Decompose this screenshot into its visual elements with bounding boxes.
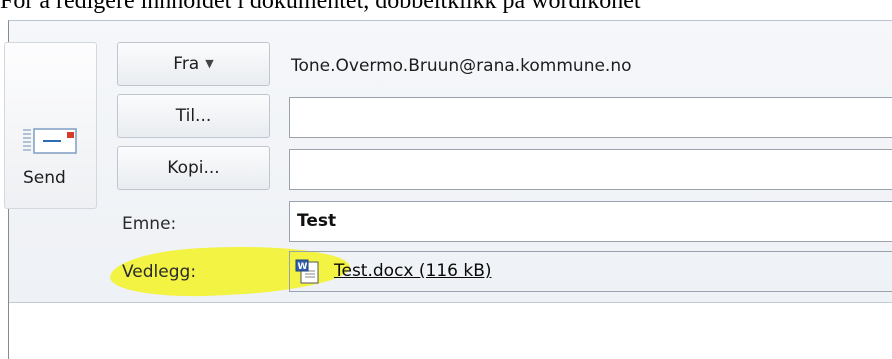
subject-label: Emne: xyxy=(122,214,177,234)
cc-field[interactable] xyxy=(289,149,892,190)
send-envelope-icon xyxy=(23,128,77,154)
instruction-caption: For å redigere innholdet i dokumentet, d… xyxy=(0,0,641,14)
cc-button-label: Kopi... xyxy=(167,158,220,178)
attachment-file-link[interactable]: Test.docx (116 kB) xyxy=(334,261,492,281)
send-label: Send xyxy=(23,168,66,188)
to-button-label: Til... xyxy=(175,106,212,126)
cc-button[interactable]: Kopi... xyxy=(117,146,270,190)
attachment-label: Vedlegg: xyxy=(122,262,197,282)
from-button[interactable]: Fra ▼ xyxy=(117,42,270,86)
word-document-icon[interactable]: W xyxy=(295,259,321,285)
send-button[interactable]: Send xyxy=(4,42,97,209)
to-button[interactable]: Til... xyxy=(117,94,270,138)
subject-field[interactable]: Test xyxy=(289,201,892,242)
from-address: Tone.Overmo.Bruun@rana.kommune.no xyxy=(291,56,632,76)
header-separator xyxy=(9,302,892,303)
from-button-label: Fra xyxy=(173,54,200,74)
to-field[interactable] xyxy=(289,97,892,138)
chevron-down-icon: ▼ xyxy=(205,57,214,70)
svg-text:W: W xyxy=(298,262,308,272)
attachment-field[interactable]: Test.docx (116 kB) xyxy=(289,251,892,292)
